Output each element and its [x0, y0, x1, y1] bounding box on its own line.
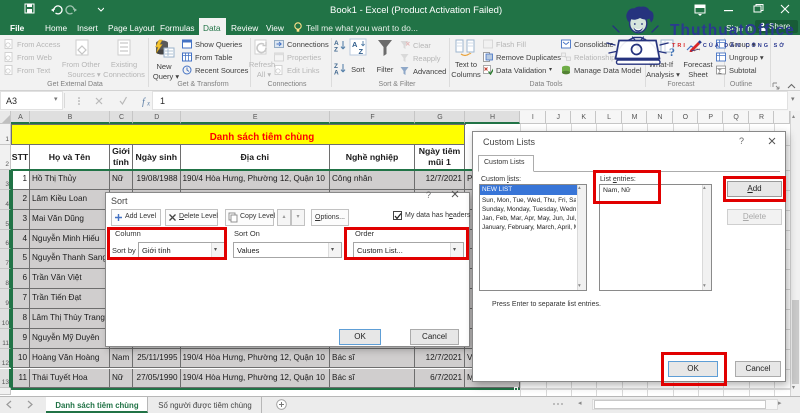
svg-text:Z: Z	[359, 47, 364, 56]
svg-text:A: A	[334, 70, 339, 76]
svg-text:x: x	[146, 100, 151, 108]
svg-text:A: A	[352, 40, 358, 49]
svg-text:f: f	[142, 97, 146, 107]
svg-text:Z: Z	[334, 47, 338, 53]
svg-text:Σ: Σ	[718, 70, 722, 76]
